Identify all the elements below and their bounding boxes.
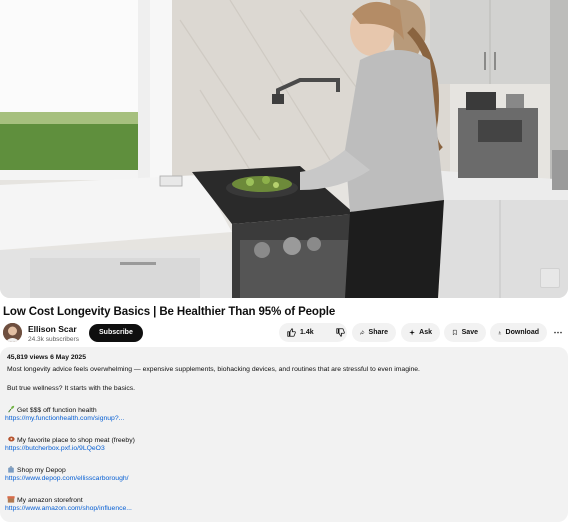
video-frame <box>0 0 568 298</box>
download-icon <box>498 331 502 335</box>
subscriber-count: 24.3k subscribers <box>28 336 79 343</box>
link-label-butcherbox: My favorite place to shop meat (freeby) <box>17 437 135 444</box>
video-title: Low Cost Longevity Basics | Be Healthier… <box>3 306 336 318</box>
views-and-date: 45,819 views 6 May 2025 <box>7 354 86 361</box>
like-button[interactable]: 1.4k <box>279 323 322 342</box>
share-label: Share <box>368 329 388 336</box>
link-label-function-health: Get $$$ off function health <box>17 407 97 414</box>
fullscreen-button[interactable] <box>540 268 560 288</box>
avatar-image <box>3 323 22 342</box>
link-butcherbox[interactable]: https://butcherbox.pxf.io/9LQeO3 <box>5 445 105 452</box>
description-wellness: But true wellness? It starts with the ba… <box>7 385 136 392</box>
link-function-health[interactable]: https://my.functionhealth.com/signup?... <box>5 415 124 422</box>
save-label: Save <box>461 329 478 336</box>
link-label-depop: Shop my Depop <box>17 467 66 474</box>
sprout-icon <box>8 405 15 413</box>
more-actions-button[interactable]: ⋯ <box>553 328 563 338</box>
link-amazon[interactable]: https://www.amazon.com/shop/influence... <box>5 505 132 512</box>
download-button[interactable]: Download <box>490 323 547 342</box>
link-item-label: Shop my Depop <box>7 465 66 474</box>
video-player[interactable] <box>0 0 568 298</box>
dislike-button[interactable] <box>330 323 351 342</box>
channel-avatar[interactable] <box>3 323 22 342</box>
subscribe-button[interactable]: Subscribe <box>89 324 143 342</box>
link-depop[interactable]: https://www.depop.com/ellisscarborough/ <box>5 475 129 482</box>
link-label-amazon: My amazon storefront <box>17 497 83 504</box>
storefront-icon <box>7 496 15 503</box>
bag-icon <box>8 466 14 473</box>
share-icon <box>360 330 365 335</box>
ask-label: Ask <box>419 329 432 336</box>
link-item-label: My favorite place to shop meat (freeby) <box>7 435 135 444</box>
description-intro: Most longevity advice feels overwhelming… <box>7 366 420 373</box>
thumbs-down-icon <box>336 328 345 337</box>
meat-icon <box>8 436 15 442</box>
like-count: 1.4k <box>300 329 314 336</box>
ask-button[interactable]: Ask <box>401 323 440 342</box>
bookmark-icon <box>452 329 457 336</box>
thumbs-up-icon <box>287 328 296 337</box>
share-button[interactable]: Share <box>352 323 396 342</box>
download-label: Download <box>505 329 539 336</box>
like-dislike-group: 1.4k <box>279 323 347 342</box>
link-item-label: My amazon storefront <box>7 495 83 504</box>
save-button[interactable]: Save <box>444 323 486 342</box>
sparkle-icon <box>409 329 415 336</box>
link-item-label: Get $$$ off function health <box>7 405 97 414</box>
channel-name[interactable]: Ellison Scar <box>28 324 77 334</box>
